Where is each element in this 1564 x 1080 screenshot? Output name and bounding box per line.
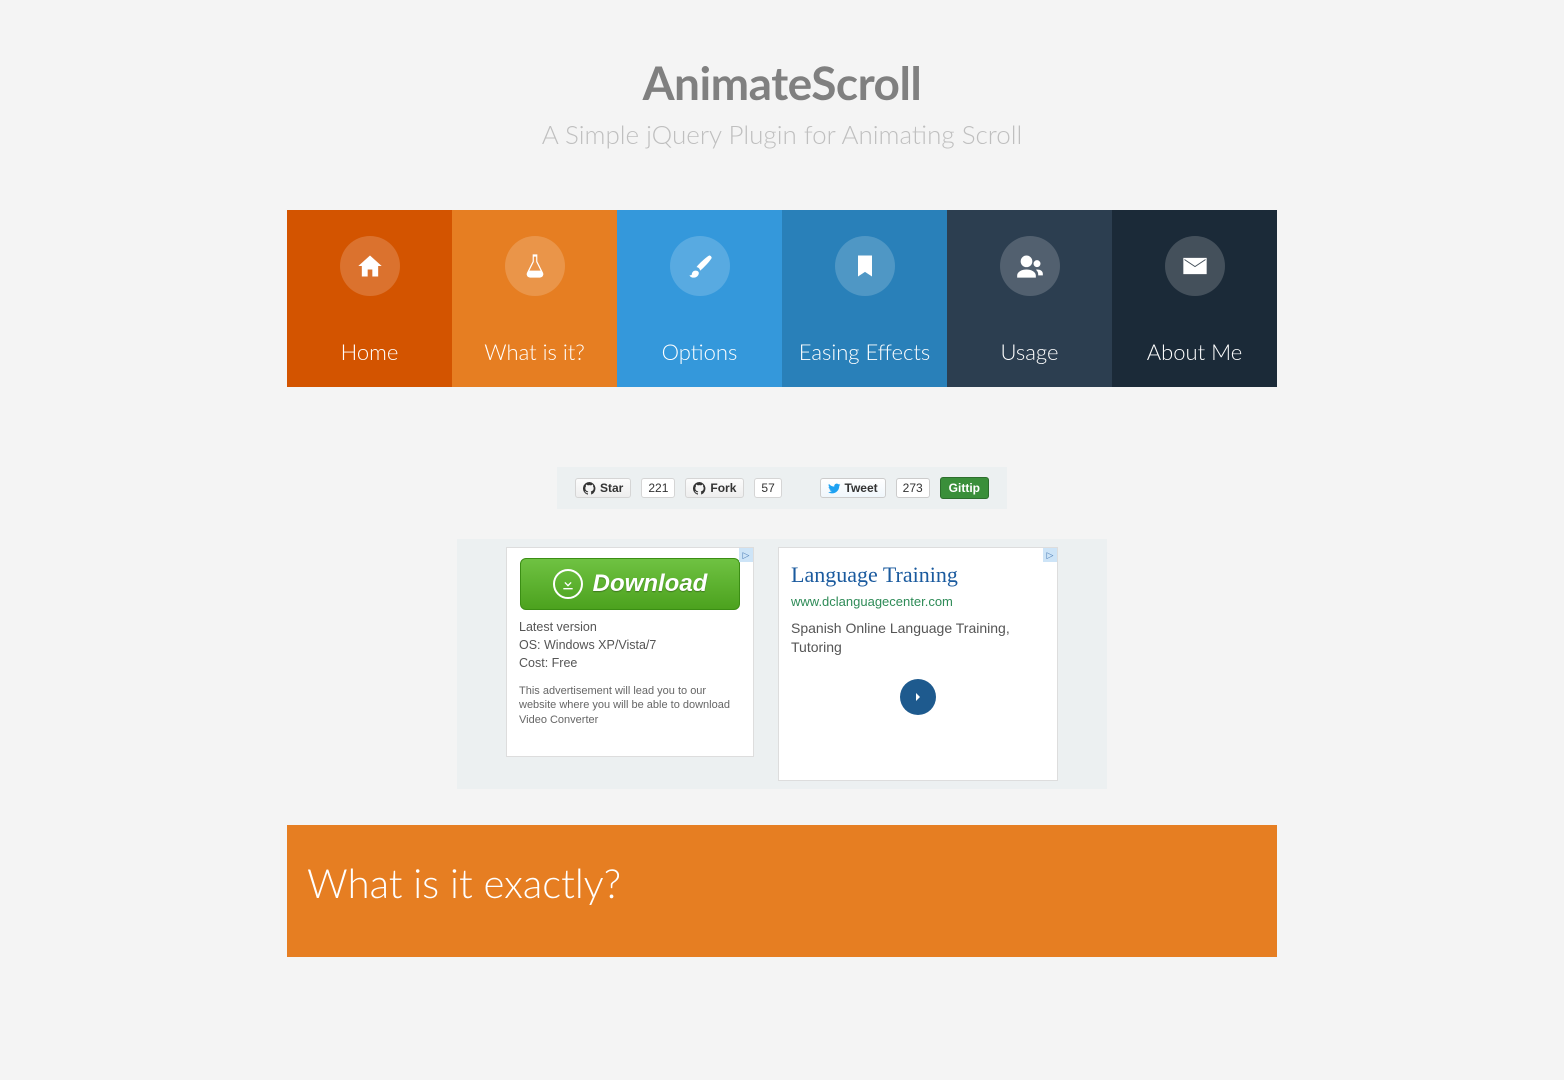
page-subtitle: A Simple jQuery Plugin for Animating Scr… xyxy=(0,118,1564,150)
mail-icon xyxy=(1165,236,1225,296)
bookmark-icon xyxy=(835,236,895,296)
nav-label: Usage xyxy=(947,338,1112,365)
nav-label: Easing Effects xyxy=(782,338,947,365)
main-nav: Home What is it? Options Easing Effects … xyxy=(287,210,1277,387)
nav-label: Options xyxy=(617,338,782,365)
nav-item-about-me[interactable]: About Me xyxy=(1112,210,1277,387)
section-heading: What is it exactly? xyxy=(307,859,1257,907)
github-star-button[interactable]: Star xyxy=(575,478,631,498)
ad-line: Latest version xyxy=(519,620,741,634)
tweet-count[interactable]: 273 xyxy=(896,478,930,498)
brush-icon xyxy=(670,236,730,296)
star-label: Star xyxy=(600,481,623,495)
page-header: AnimateScroll A Simple jQuery Plugin for… xyxy=(0,0,1564,210)
home-icon xyxy=(340,236,400,296)
tweet-label: Tweet xyxy=(845,481,878,495)
github-icon xyxy=(583,482,596,495)
nav-item-easing-effects[interactable]: Easing Effects xyxy=(782,210,947,387)
gittip-button[interactable]: Gittip xyxy=(940,477,989,499)
ad-title: Language Training xyxy=(791,562,1045,588)
ad-line: Cost: Free xyxy=(519,656,741,670)
github-star-count[interactable]: 221 xyxy=(641,478,675,498)
ad-disclaimer: This advertisement will lead you to our … xyxy=(519,684,741,727)
tweet-button[interactable]: Tweet xyxy=(820,478,886,498)
ad-description: Spanish Online Language Training, Tutori… xyxy=(791,619,1045,657)
section-what-is-it: What is it exactly? xyxy=(287,825,1277,957)
twitter-icon xyxy=(828,482,841,495)
github-icon xyxy=(693,482,706,495)
download-label: Download xyxy=(593,570,708,598)
ad-go-button[interactable] xyxy=(900,679,936,715)
flask-icon xyxy=(505,236,565,296)
download-arrow-icon xyxy=(553,569,583,599)
github-fork-count[interactable]: 57 xyxy=(754,478,781,498)
adchoices-icon[interactable]: ▷ xyxy=(1043,548,1057,562)
nav-label: Home xyxy=(287,338,452,365)
chevron-right-icon xyxy=(910,689,926,705)
github-fork-button[interactable]: Fork xyxy=(685,478,744,498)
fork-label: Fork xyxy=(710,481,736,495)
ad-download[interactable]: ▷ Download Latest version OS: Windows XP… xyxy=(506,547,754,757)
ads-container: ▷ Download Latest version OS: Windows XP… xyxy=(457,539,1107,789)
ad-url[interactable]: www.dclanguagecenter.com xyxy=(791,594,1045,609)
nav-item-options[interactable]: Options xyxy=(617,210,782,387)
nav-item-what-is-it[interactable]: What is it? xyxy=(452,210,617,387)
nav-label: What is it? xyxy=(452,338,617,365)
download-button[interactable]: Download xyxy=(520,558,740,610)
social-strip: Star 221 Fork 57 Tweet 273 Gittip xyxy=(557,467,1007,509)
nav-item-home[interactable]: Home xyxy=(287,210,452,387)
ad-language-training[interactable]: ▷ Language Training www.dclanguagecenter… xyxy=(778,547,1058,781)
nav-label: About Me xyxy=(1112,338,1277,365)
users-icon xyxy=(1000,236,1060,296)
adchoices-icon[interactable]: ▷ xyxy=(739,548,753,562)
page-title: AnimateScroll xyxy=(0,55,1564,110)
ad-line: OS: Windows XP/Vista/7 xyxy=(519,638,741,652)
nav-item-usage[interactable]: Usage xyxy=(947,210,1112,387)
